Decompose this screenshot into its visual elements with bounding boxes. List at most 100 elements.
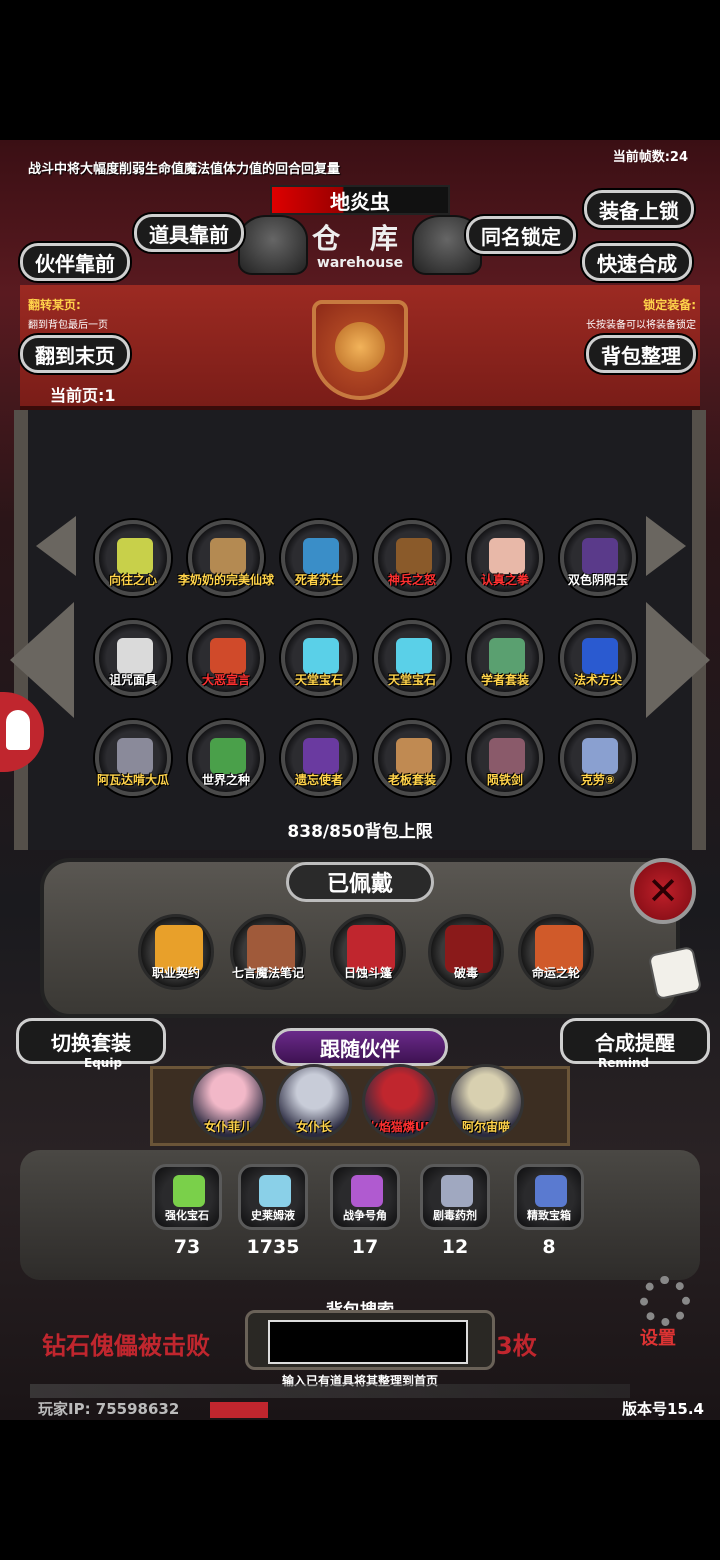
- equipped-slot-label: 命运之轮: [531, 966, 580, 980]
- bag-slot[interactable]: 天堂宝石: [281, 620, 357, 696]
- item-icon: [117, 738, 153, 774]
- battle-notice: 战斗中将大幅度削弱生命值魔法值体力值的回合回复量: [28, 162, 341, 177]
- bag-slot-label: 诅咒面具: [108, 673, 157, 687]
- close-button[interactable]: ✕: [630, 858, 696, 924]
- bag-slot[interactable]: 大恶宣言: [188, 620, 264, 696]
- merge-remind-sub: Remind: [598, 1056, 650, 1070]
- bag-slot-label: 大恶宣言: [201, 673, 250, 687]
- equipped-slot[interactable]: 命运之轮: [518, 914, 594, 990]
- equipped-slot[interactable]: 日蚀斗篷: [330, 914, 406, 990]
- next-page-arrow-icon[interactable]: [646, 602, 710, 718]
- dice-icon[interactable]: [647, 945, 703, 1001]
- bag-slot[interactable]: 认真之拳: [467, 520, 543, 596]
- next-small-arrow-icon[interactable]: [646, 516, 686, 576]
- bag-slot-label: 陨铁剑: [486, 773, 523, 787]
- consumable-slot[interactable]: 史莱姆液: [238, 1164, 308, 1230]
- partners-title: 跟随伙伴: [272, 1028, 448, 1066]
- go-last-page-button[interactable]: 翻到末页: [20, 335, 130, 373]
- bag-slot[interactable]: 陨铁剑: [467, 720, 543, 796]
- equipped-slot-label: 破毒: [453, 966, 478, 980]
- bag-slot-label: 法术方尖: [573, 673, 622, 687]
- bag-slot[interactable]: 阿瓦达啃大瓜: [95, 720, 171, 796]
- progress-red-bar: [210, 1402, 268, 1418]
- consumable-count: 1735: [246, 1236, 300, 1258]
- bag-slot-label: 老板套装: [387, 773, 436, 787]
- consumable-slot[interactable]: 精致宝箱: [514, 1164, 584, 1230]
- bag-slot-label: 天堂宝石: [294, 673, 343, 687]
- partner-label: 阿尔宙喵: [461, 1120, 510, 1134]
- lock-hint-title: 锁定装备:: [643, 298, 696, 312]
- warehouse-title-en: warehouse: [316, 255, 404, 271]
- consumable-icon: [259, 1175, 291, 1207]
- item-icon: [489, 638, 525, 674]
- equipped-slot-label: 七言魔法笔记: [231, 966, 304, 980]
- equipped-slot[interactable]: 职业契约: [138, 914, 214, 990]
- partner-slot[interactable]: 女仆长: [276, 1064, 352, 1140]
- item-icon: [303, 538, 339, 574]
- consumable-slot[interactable]: 强化宝石: [152, 1164, 222, 1230]
- bag-slot[interactable]: 遗忘使者: [281, 720, 357, 796]
- prev-small-arrow-icon[interactable]: [36, 516, 76, 576]
- warehouse-title-cn: 仓 库: [312, 222, 408, 255]
- bag-slot[interactable]: 天堂宝石: [374, 620, 450, 696]
- equipped-slot-label: 职业契约: [151, 966, 200, 980]
- consumable-count: 8: [542, 1236, 556, 1258]
- bag-slot[interactable]: 克劳⑨: [560, 720, 636, 796]
- equipped-slot[interactable]: 破毒: [428, 914, 504, 990]
- partner-label: 女仆菲儿: [203, 1120, 252, 1134]
- item-front-button[interactable]: 道具靠前: [134, 214, 244, 252]
- partner-slot[interactable]: 女仆菲儿: [190, 1064, 266, 1140]
- consumable-icon: [173, 1175, 205, 1207]
- bag-slot-label: 双色阴阳玉: [567, 573, 628, 587]
- ticker-line2: [30, 1384, 630, 1398]
- helmet-icon-left: [238, 215, 308, 275]
- consumable-slot[interactable]: 战争号角: [330, 1164, 400, 1230]
- equipped-slot[interactable]: 七言魔法笔记: [230, 914, 306, 990]
- consumable-label: 剧毒药剂: [433, 1209, 477, 1222]
- consumable-icon: [351, 1175, 383, 1207]
- bag-slot-label: 学者套装: [480, 673, 529, 687]
- item-icon: [396, 638, 432, 674]
- same-name-lock-button[interactable]: 同名锁定: [466, 216, 576, 254]
- bag-slot[interactable]: 死者苏生: [281, 520, 357, 596]
- partner-label: 女仆长: [295, 1120, 332, 1134]
- flip-hint-desc: 翻到背包最后一页: [28, 320, 108, 331]
- lion-icon: [335, 322, 385, 372]
- monster-hp-bar: 地炎虫: [270, 185, 450, 215]
- consumable-slot[interactable]: 剧毒药剂: [420, 1164, 490, 1230]
- bag-slot-label: 世界之种: [201, 773, 250, 787]
- bag-slot-label: 克劳⑨: [580, 773, 616, 787]
- consumable-label: 精致宝箱: [527, 1209, 571, 1222]
- consumable-count: 17: [351, 1236, 379, 1258]
- bag-search-input[interactable]: [268, 1320, 468, 1364]
- item-icon: [117, 638, 153, 674]
- bag-slot[interactable]: 双色阴阳玉: [560, 520, 636, 596]
- bag-slot[interactable]: 法术方尖: [560, 620, 636, 696]
- equip-lock-button[interactable]: 装备上锁: [584, 190, 694, 228]
- warehouse-title: 仓 库 warehouse: [300, 222, 420, 278]
- bag-slot[interactable]: 李奶奶的完美仙球: [178, 520, 274, 596]
- item-icon: [210, 638, 246, 674]
- item-icon: [489, 538, 525, 574]
- settings-label[interactable]: 设置: [640, 1324, 676, 1350]
- partner-slot[interactable]: 火焰猫燐UP: [362, 1064, 438, 1140]
- partner-label: 火焰猫燐UP: [366, 1120, 434, 1134]
- ticker-left: 钻石傀儡被击败: [42, 1332, 210, 1360]
- bag-slot[interactable]: 诅咒面具: [95, 620, 171, 696]
- bag-slot[interactable]: 神兵之怒: [374, 520, 450, 596]
- sort-bag-button[interactable]: 背包整理: [586, 335, 696, 373]
- bag-slot-label: 阿瓦达啃大瓜: [96, 773, 169, 787]
- quick-merge-button[interactable]: 快速合成: [582, 243, 692, 281]
- consumable-count: 73: [173, 1236, 201, 1258]
- fps-counter: 当前帧数:24: [612, 150, 688, 165]
- partner-slot[interactable]: 阿尔宙喵: [448, 1064, 524, 1140]
- bag-slot[interactable]: 老板套装: [374, 720, 450, 796]
- bag-slot[interactable]: 世界之种: [188, 720, 264, 796]
- consumable-icon: [535, 1175, 567, 1207]
- consumable-icon: [441, 1175, 473, 1207]
- bag-slot[interactable]: 学者套装: [467, 620, 543, 696]
- partner-front-button[interactable]: 伙伴靠前: [20, 243, 130, 281]
- bag-slot-label: 李奶奶的完美仙球: [178, 573, 275, 587]
- bag-slot[interactable]: 向往之心: [95, 520, 171, 596]
- item-icon: [396, 538, 432, 574]
